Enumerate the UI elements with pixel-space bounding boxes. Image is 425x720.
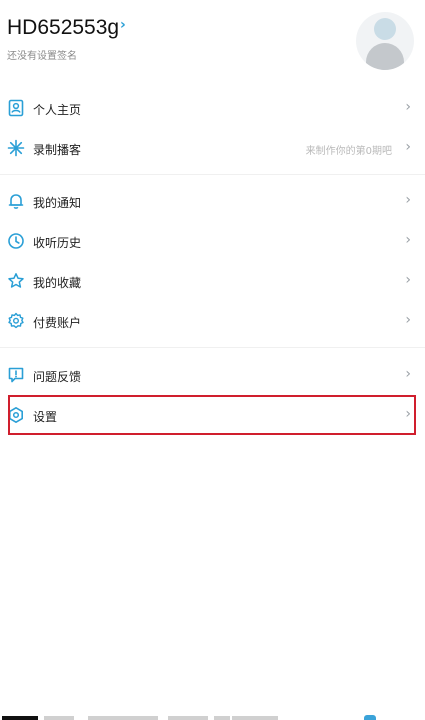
menu-item-favorites[interactable]: 我的收藏 › — [0, 261, 425, 301]
menu-item-label: 问题反馈 — [33, 370, 82, 384]
chevron-right-icon: › — [405, 99, 411, 115]
menu-item-label: 收听历史 — [33, 236, 82, 250]
menu-item-label: 录制播客 — [33, 143, 82, 157]
avatar[interactable] — [356, 12, 414, 70]
profile-chevron-icon[interactable]: › — [120, 17, 126, 33]
chevron-right-icon: › — [405, 192, 411, 208]
menu-item-record-podcast[interactable]: 录制播客 来制作你的第0期吧 › — [0, 128, 425, 168]
menu-item-paid-account[interactable]: 付费账户 › — [0, 301, 425, 341]
chevron-right-icon: › — [405, 366, 411, 382]
record-podcast-hint: 来制作你的第0期吧 — [305, 146, 392, 157]
clock-icon — [7, 232, 25, 250]
profile-page-icon — [7, 99, 25, 117]
bell-icon — [7, 192, 25, 210]
chevron-right-icon: › — [405, 312, 411, 328]
menu-item-label: 付费账户 — [33, 316, 82, 330]
chevron-right-icon: › — [405, 272, 411, 288]
bar-text-fragment — [44, 716, 74, 720]
menu-item-label: 我的通知 — [33, 196, 82, 210]
chevron-right-icon: › — [405, 139, 411, 155]
menu-item-feedback[interactable]: 问题反馈 › — [0, 355, 425, 395]
avatar-head-shape — [374, 18, 396, 40]
play-icon[interactable] — [364, 715, 376, 720]
record-podcast-icon — [7, 139, 25, 157]
profile-header: HD652553g › 还没有设置签名 — [0, 0, 425, 90]
feedback-icon — [7, 366, 25, 384]
menu-item-label: 个人主页 — [33, 103, 82, 117]
username[interactable]: HD652553g — [7, 16, 119, 40]
divider — [0, 174, 425, 175]
menu-item-listen-history[interactable]: 收听历史 › — [0, 221, 425, 261]
divider — [0, 347, 425, 348]
bottom-player-bar[interactable] — [0, 704, 425, 720]
avatar-body-shape — [366, 43, 404, 70]
menu-group-1: 个人主页 › 录制播客 来制作你的第0期吧 › — [0, 88, 425, 168]
cover-thumbnail — [2, 716, 38, 720]
star-icon — [7, 272, 25, 290]
menu-item-label: 我的收藏 — [33, 276, 82, 290]
bar-text-fragment — [88, 716, 158, 720]
chevron-right-icon: › — [405, 232, 411, 248]
menu-group-2: 我的通知 › 收听历史 › 我的收藏 › 付费账户 › — [0, 181, 425, 341]
menu-item-notifications[interactable]: 我的通知 › — [0, 181, 425, 221]
signature-text[interactable]: 还没有设置签名 — [7, 47, 77, 62]
bar-text-fragment — [214, 716, 230, 720]
settings-highlight-box — [8, 395, 416, 435]
bar-text-fragment — [232, 716, 278, 720]
gear-account-icon — [7, 312, 25, 330]
menu-item-profile-page[interactable]: 个人主页 › — [0, 88, 425, 128]
bar-text-fragment — [168, 716, 208, 720]
